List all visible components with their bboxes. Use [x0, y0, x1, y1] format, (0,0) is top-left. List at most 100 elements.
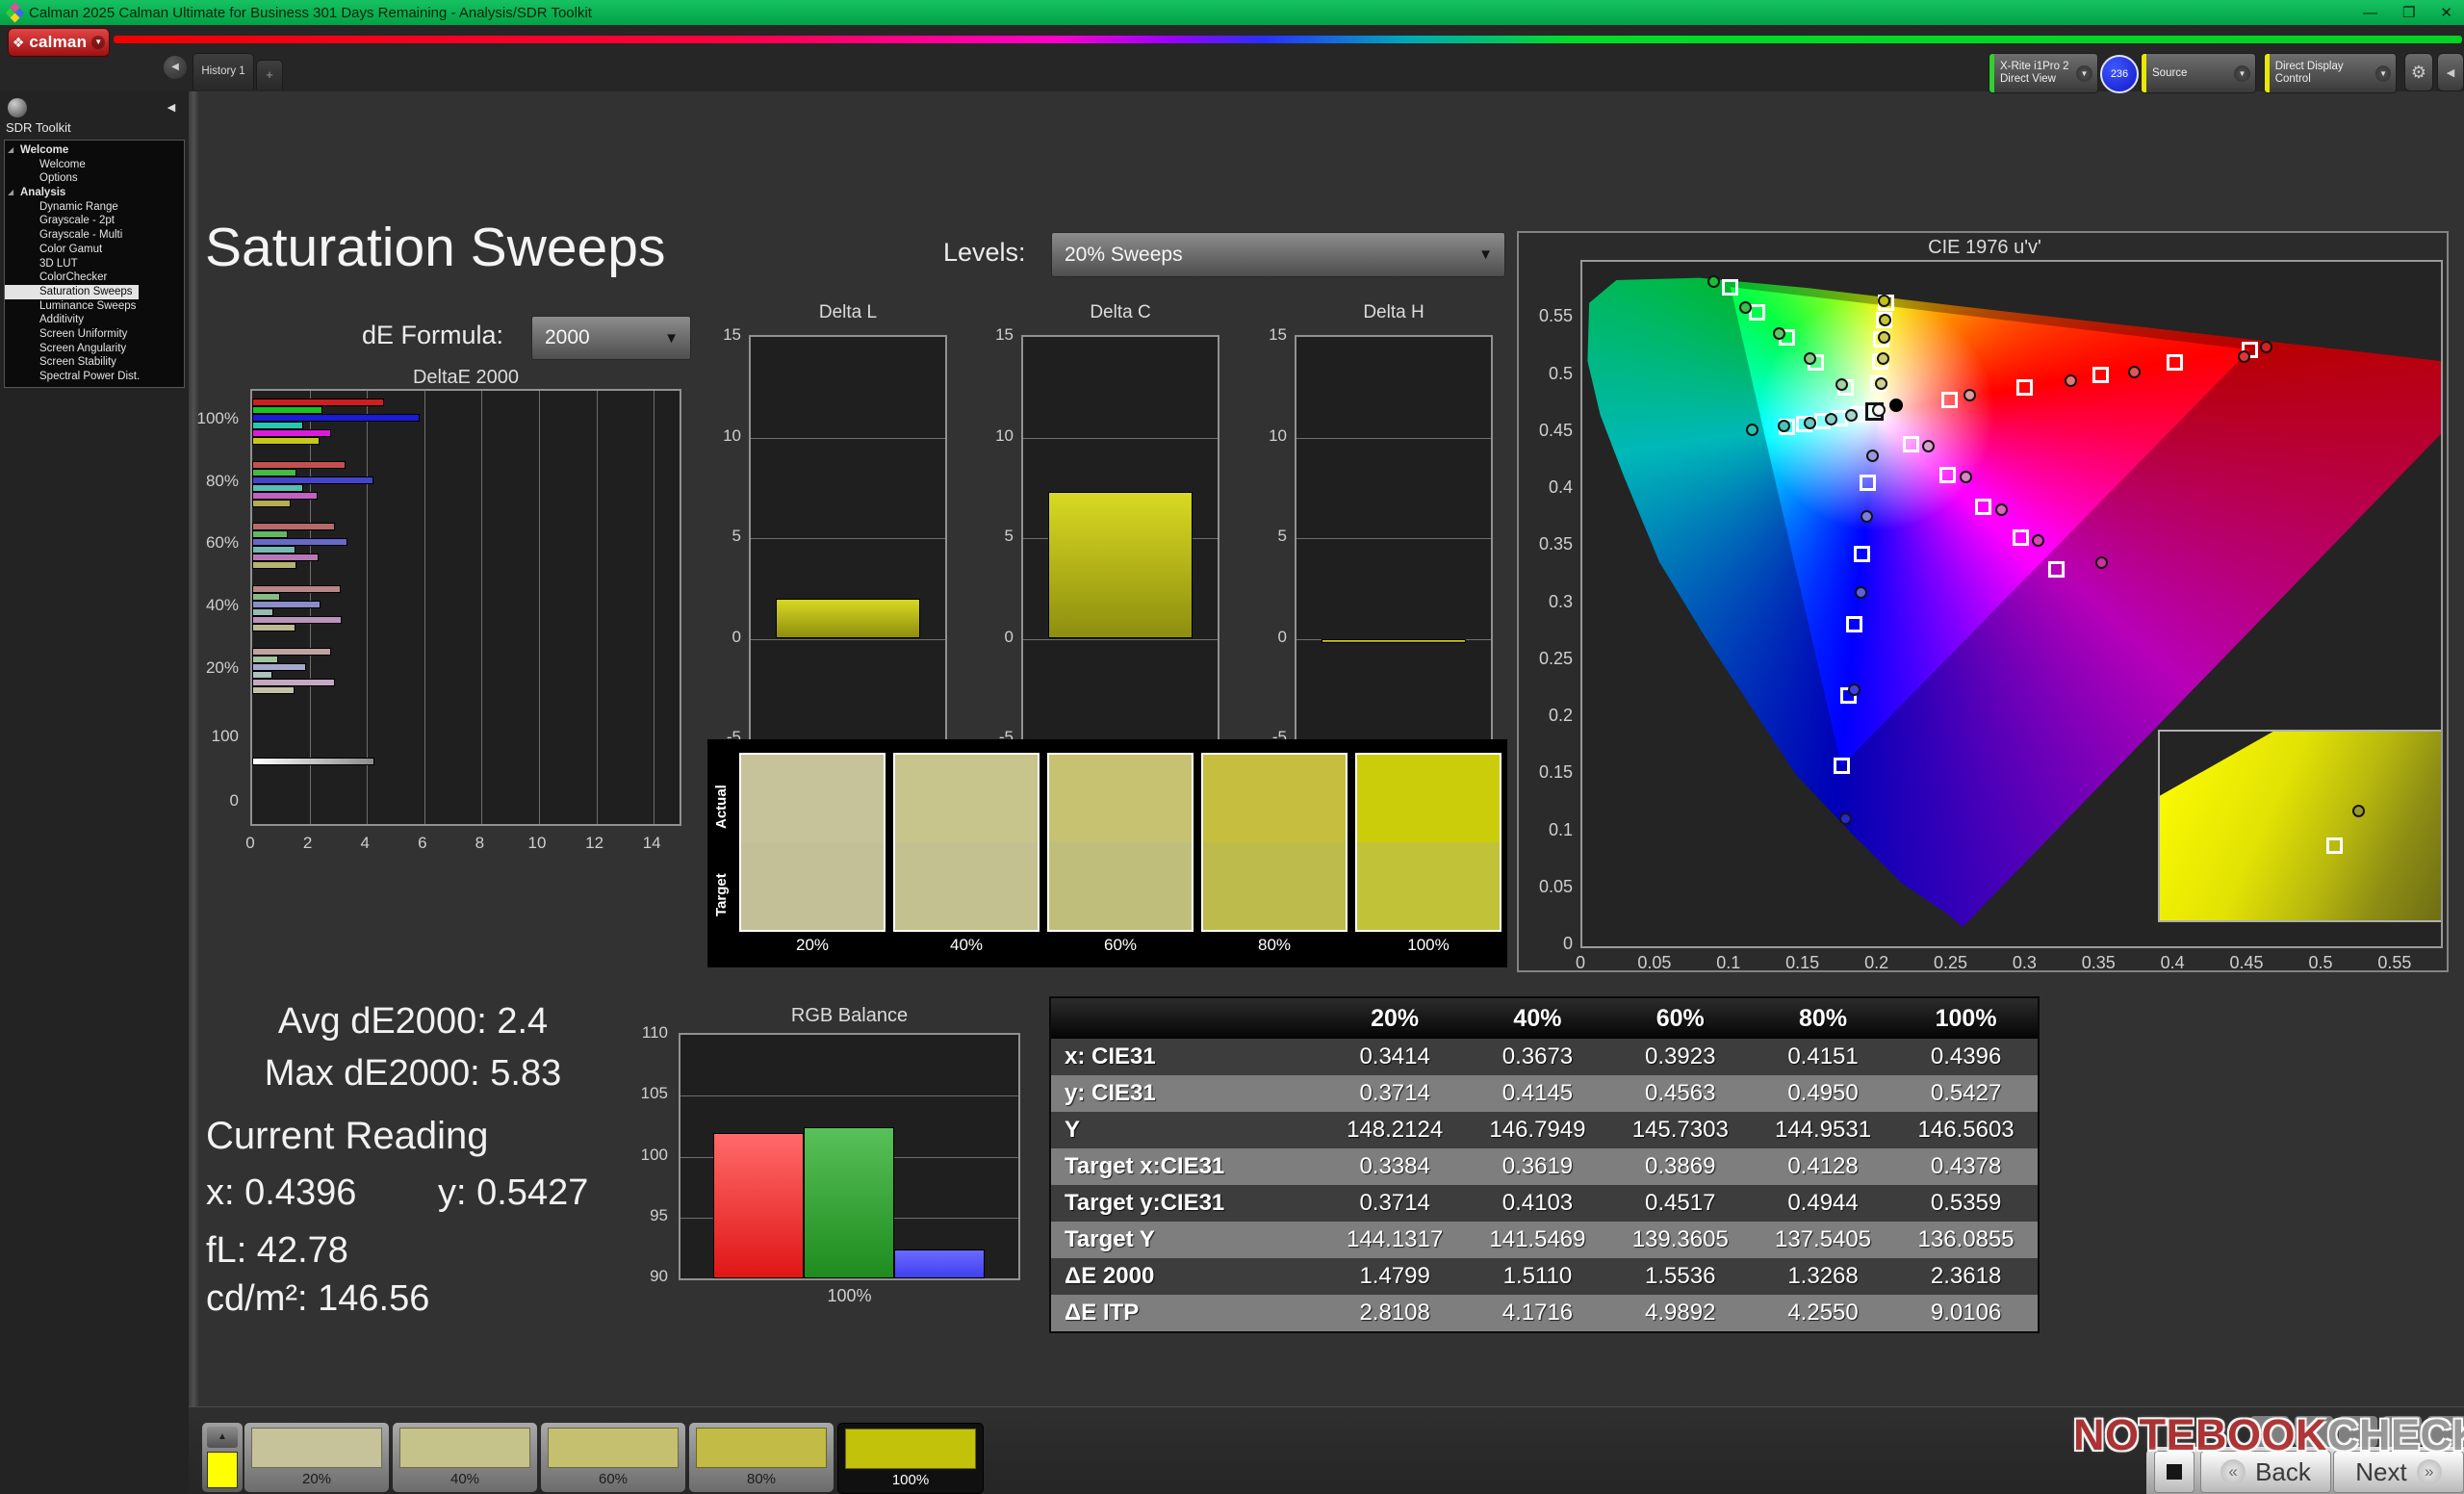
source-status-stripe	[2142, 54, 2146, 92]
expand-patches-icon[interactable]: ▲	[207, 1427, 238, 1448]
deltae-bar-yellow	[252, 561, 296, 569]
table-cell: 146.7949	[1466, 1112, 1608, 1148]
deltae-x-tick: 12	[580, 834, 609, 853]
deltae-bar-red	[252, 461, 346, 469]
cie-measured-circle-yellow	[1877, 352, 1889, 365]
sidebar-item-dynamic-range[interactable]: Dynamic Range	[5, 200, 184, 215]
cie-target-square-magenta	[2048, 561, 2065, 578]
sidebar-item-3d-lut[interactable]: 3D LUT	[5, 257, 184, 271]
patch-swatch	[845, 1429, 976, 1469]
meter-status-stripe	[1989, 54, 1994, 92]
levels-dropdown[interactable]: 20% Sweeps ▼	[1051, 232, 1505, 277]
cie-x-tick: 0.1	[1707, 953, 1750, 973]
hidden-button[interactable]	[2383, 1416, 2422, 1447]
sidebar-item-screen-uniformity[interactable]: Screen Uniformity	[5, 327, 184, 342]
deltae-bar-blue	[252, 477, 373, 484]
patch-card-60%[interactable]: 60%	[541, 1423, 685, 1492]
hidden-button[interactable]	[2250, 1416, 2289, 1447]
table-cell: 137.5405	[1752, 1222, 1894, 1258]
tree-group-analysis[interactable]: ◢Analysis	[5, 186, 184, 200]
cie-y-tick: 0.2	[1528, 706, 1573, 726]
add-tab-button[interactable]: +	[256, 60, 283, 90]
calman-brand: calman	[29, 33, 87, 52]
stop-button[interactable]	[2154, 1451, 2194, 1493]
settings-gear-icon[interactable]: ⚙	[2404, 53, 2433, 91]
hidden-button[interactable]	[2427, 1416, 2464, 1447]
tab-scroll-left-icon[interactable]: ◀	[164, 56, 187, 79]
patch-card-40%[interactable]: 40%	[393, 1423, 537, 1492]
tree-group-welcome[interactable]: ◢Welcome	[5, 143, 184, 158]
patch-card-80%[interactable]: 80%	[689, 1423, 834, 1492]
table-cell: 0.4563	[1609, 1075, 1752, 1112]
swatch-level-label: 80%	[1201, 936, 1348, 955]
deltae-x-tick: 8	[465, 834, 494, 853]
display-control-dropdown[interactable]: Direct Display Control ▼	[2264, 53, 2397, 93]
sidebar-item-screen-stability[interactable]: Screen Stability	[5, 355, 184, 370]
sidebar-item-luminance-sweeps[interactable]: Luminance Sweeps	[5, 299, 184, 314]
formula-dropdown[interactable]: 2000 ▼	[531, 316, 691, 360]
delta-gridline	[1296, 438, 1491, 439]
sidebar-item-spectral-power-dist-[interactable]: Spectral Power Dist.	[5, 370, 184, 384]
rgb-gridline	[680, 1095, 1018, 1096]
delta-gridline	[751, 639, 945, 640]
hidden-button[interactable]	[2339, 1416, 2377, 1447]
tree-expander-icon[interactable]: ◢	[8, 143, 13, 158]
delta-gridline	[1023, 639, 1218, 640]
tree-expander-icon[interactable]: ◢	[8, 186, 13, 200]
minimize-icon[interactable]: —	[2363, 5, 2377, 21]
cie-x-tick: 0.3	[2003, 953, 2045, 973]
cie-measured-circle-blue	[1839, 812, 1852, 825]
calman-menu-button[interactable]: ❖ calman ▼	[8, 28, 110, 57]
sidebar-item-colorchecker[interactable]: ColorChecker	[5, 270, 184, 285]
sidebar-item-screen-angularity[interactable]: Screen Angularity	[5, 342, 184, 356]
deltae-bar-white	[252, 758, 374, 765]
next-button[interactable]: Next »	[2333, 1451, 2464, 1493]
delta-gridline	[751, 438, 945, 439]
table-cell: 2.8108	[1323, 1295, 1466, 1332]
table-cell: 0.4396	[1894, 1039, 2039, 1075]
hidden-button[interactable]	[2295, 1416, 2333, 1447]
rgb-bar-red	[713, 1133, 804, 1278]
sidebar-item-additivity[interactable]: Additivity	[5, 313, 184, 327]
table-row: x: CIE310.34140.36730.39230.41510.4396	[1050, 1039, 2039, 1075]
measurement-count-badge[interactable]: 236	[2100, 55, 2139, 93]
meter-dropdown[interactable]: X-Rite i1Pro 2Direct View ▼	[1989, 53, 2098, 93]
cie-x-tick: 0.25	[1929, 953, 1971, 973]
cie-y-tick: 0.45	[1528, 421, 1573, 441]
close-icon[interactable]: ✕	[2440, 4, 2452, 21]
sidebar-collapse-icon[interactable]: ◀	[160, 98, 183, 117]
sidebar-knob-button[interactable]	[8, 98, 27, 117]
window-controls[interactable]: — ❐ ✕	[2363, 0, 2452, 25]
cie-y-tick: 0.1	[1528, 820, 1573, 840]
back-button[interactable]: « Back	[2200, 1451, 2331, 1493]
cie-target-square-green	[1722, 279, 1738, 296]
source-dropdown[interactable]: Source ▼	[2141, 53, 2256, 93]
patch-card-100%[interactable]: 100%	[837, 1423, 984, 1494]
delta-y-tick: 15	[1248, 325, 1287, 345]
patch-card-20%[interactable]: 20%	[244, 1423, 389, 1492]
cie-measured-circle-blue	[1855, 586, 1867, 599]
sidebar-item-welcome[interactable]: Welcome	[5, 158, 184, 172]
tab-history-1[interactable]: History 1	[192, 53, 254, 90]
collapse-panel-icon[interactable]: ◀	[2437, 53, 2464, 91]
sidebar-item-options[interactable]: Options	[5, 171, 184, 186]
current-patch-card[interactable]: ▲	[202, 1423, 243, 1492]
table-cell: 4.9892	[1609, 1295, 1752, 1332]
window-titlebar: Calman 2025 Calman Ultimate for Business…	[0, 0, 2464, 25]
table-cell: 4.2550	[1752, 1295, 1894, 1332]
table-row-label: Target y:CIE31	[1050, 1185, 1323, 1222]
cie-measured-circle-cyan	[1746, 424, 1758, 436]
deltae-bar-yellow	[252, 624, 295, 631]
table-cell: 1.4799	[1323, 1258, 1466, 1295]
formula-value: 2000	[545, 326, 590, 349]
sidebar-item-grayscale-2pt[interactable]: Grayscale - 2pt	[5, 214, 184, 228]
sidebar-item-saturation-sweeps[interactable]: Saturation Sweeps	[5, 285, 184, 299]
chevron-down-icon: ▼	[2076, 65, 2092, 82]
delta-gridline	[1296, 538, 1491, 539]
table-cell: 0.3384	[1323, 1148, 1466, 1185]
table-cell: 0.3673	[1466, 1039, 1608, 1075]
sidebar-item-grayscale-multi[interactable]: Grayscale - Multi	[5, 228, 184, 243]
maximize-icon[interactable]: ❐	[2402, 4, 2415, 21]
deltae-bar-green	[252, 530, 288, 538]
sidebar-item-color-gamut[interactable]: Color Gamut	[5, 243, 184, 257]
